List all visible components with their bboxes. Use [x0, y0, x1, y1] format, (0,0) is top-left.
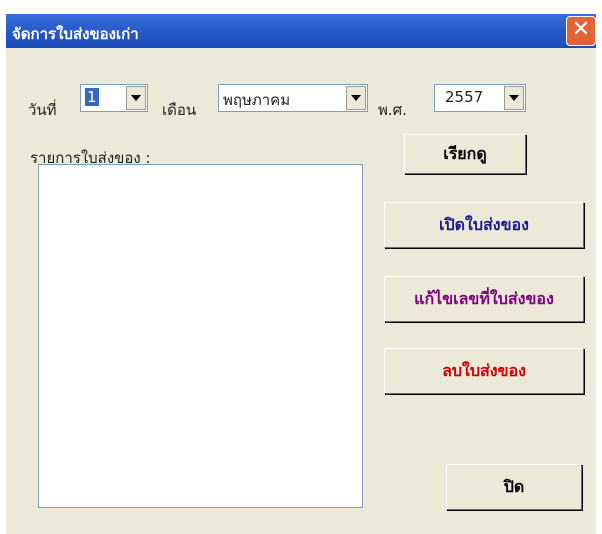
retrieve-button[interactable]: เรียกดู: [404, 134, 526, 174]
day-value: 1: [85, 88, 99, 106]
year-select[interactable]: 2557: [434, 84, 526, 112]
day-label: วันที่: [28, 101, 57, 119]
delete-invoice-button[interactable]: ลบใบส่งของ: [384, 348, 584, 394]
close-button[interactable]: ปิด: [446, 464, 582, 510]
month-select[interactable]: พฤษภาคม: [218, 84, 368, 112]
edit-invoice-number-button[interactable]: แก้ไขเลขที่ใบส่งของ: [384, 276, 584, 322]
month-value: พฤษภาคม: [223, 91, 291, 109]
invoice-listbox[interactable]: [38, 164, 363, 508]
chevron-down-icon: [131, 95, 141, 101]
day-dropdown-arrow[interactable]: [126, 86, 146, 110]
dialog-window: จัดการใบส่งของเก่า ✕ วันที่ 1 เดือน พฤษภ…: [6, 14, 596, 534]
chevron-down-icon: [509, 95, 519, 101]
open-invoice-button[interactable]: เปิดใบส่งของ: [384, 202, 584, 248]
title-bar[interactable]: จัดการใบส่งของเก่า ✕: [6, 14, 596, 48]
day-select[interactable]: 1: [80, 84, 148, 112]
year-label: พ.ศ.: [378, 101, 407, 119]
month-dropdown-arrow[interactable]: [346, 86, 366, 110]
chevron-down-icon: [351, 95, 361, 101]
window-title: จัดการใบส่งของเก่า: [12, 25, 139, 43]
close-icon[interactable]: ✕: [566, 16, 596, 46]
month-label: เดือน: [162, 101, 197, 119]
year-value: 2557: [445, 88, 484, 106]
year-dropdown-arrow[interactable]: [504, 86, 524, 110]
